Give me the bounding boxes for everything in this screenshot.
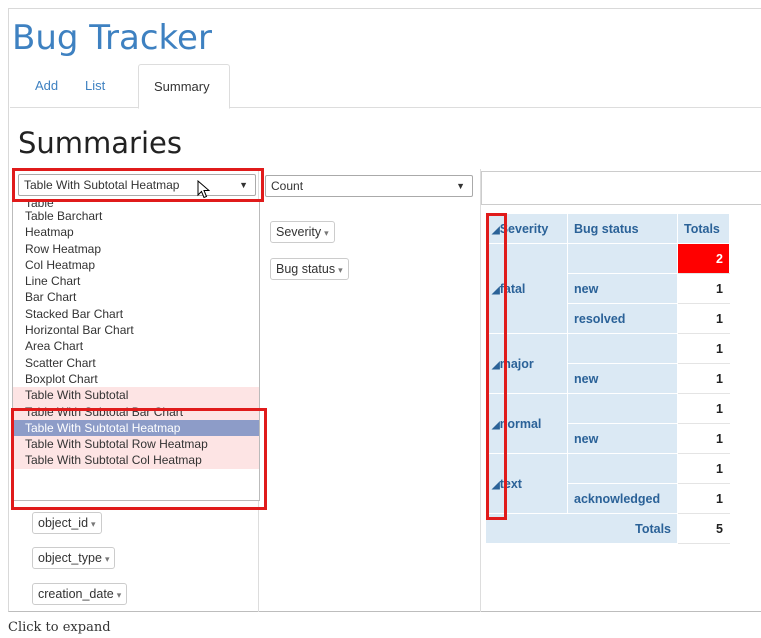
dropdown-option[interactable]: Table: [13, 199, 259, 208]
count-value: 1: [677, 363, 730, 394]
footer-caption: Click to expand: [8, 620, 111, 635]
collapse-toggle-icon[interactable]: ◢: [492, 360, 500, 371]
grand-total-label: Totals: [485, 513, 678, 544]
status-label: new: [567, 363, 678, 394]
page-heading: Summaries: [18, 126, 182, 160]
filter-arrow-icon[interactable]: ▾: [105, 554, 110, 564]
dropdown-option[interactable]: Row Heatmap: [13, 241, 259, 257]
row-field-bug-status[interactable]: Bug status ▾: [270, 258, 349, 280]
column-divider: [480, 169, 481, 612]
chevron-down-icon: ▼: [456, 181, 465, 191]
dropdown-option[interactable]: Stacked Bar Chart: [13, 306, 259, 322]
tab-summary[interactable]: Summary: [138, 64, 230, 109]
dropdown-option[interactable]: Boxplot Chart: [13, 371, 259, 387]
filter-arrow-icon[interactable]: ▾: [338, 265, 343, 275]
row-field-severity[interactable]: Severity ▾: [270, 221, 335, 243]
dropdown-option[interactable]: Heatmap: [13, 224, 259, 240]
collapse-toggle-icon[interactable]: ◢: [492, 285, 500, 296]
dropdown-option[interactable]: Table With Subtotal Row Heatmap: [13, 436, 259, 453]
subtotal-value: 2: [677, 243, 730, 274]
subtotal-value: 1: [677, 333, 730, 364]
collapse-toggle-icon[interactable]: ◢: [492, 420, 500, 431]
collapse-toggle-icon[interactable]: ◢: [492, 225, 500, 236]
subtotal-label-cell: [567, 453, 678, 484]
tab-add[interactable]: Add: [20, 64, 73, 108]
renderer-select[interactable]: Table With Subtotal Heatmap ▼: [18, 174, 256, 196]
dropdown-option[interactable]: Table With Subtotal: [13, 387, 259, 404]
filter-arrow-icon[interactable]: ▾: [324, 228, 329, 238]
header-bug-status[interactable]: Bug status: [567, 213, 678, 244]
field-object-id[interactable]: object_id ▾: [32, 512, 102, 534]
dropdown-option[interactable]: Bar Chart: [13, 289, 259, 305]
dropdown-option[interactable]: Table With Subtotal Col Heatmap: [13, 452, 259, 469]
subtotal-label-cell: [567, 333, 678, 364]
field-creation-date[interactable]: creation_date ▾: [32, 583, 128, 605]
count-value: 1: [677, 273, 730, 304]
dropdown-option-selected[interactable]: Table With Subtotal Heatmap: [13, 419, 259, 437]
count-value: 1: [677, 303, 730, 334]
header-severity[interactable]: ◢Severity: [485, 213, 568, 244]
app-title: Bug Tracker: [12, 18, 212, 58]
subtotal-value: 1: [677, 453, 730, 484]
subtotal-label-cell: [567, 243, 678, 274]
status-label: acknowledged: [567, 483, 678, 514]
subtotal-value: 1: [677, 393, 730, 424]
dropdown-option[interactable]: Table With Subtotal Bar Chart: [13, 403, 259, 420]
renderer-dropdown-list: Table Table Barchart Heatmap Row Heatmap…: [12, 199, 260, 501]
row-group-text[interactable]: ◢text: [485, 453, 568, 514]
status-label: new: [567, 273, 678, 304]
subtotal-label-cell: [567, 393, 678, 424]
pivot-table: ◢Severity Bug status Totals ◢fatal 2 new…: [485, 213, 730, 544]
collapse-toggle-icon[interactable]: ◢: [492, 480, 500, 491]
tab-bar: Add List Summary: [10, 64, 761, 109]
dropdown-option[interactable]: Line Chart: [13, 273, 259, 289]
filter-arrow-icon[interactable]: ▾: [91, 519, 96, 529]
row-group-fatal[interactable]: ◢fatal: [485, 243, 568, 334]
dropdown-option[interactable]: Col Heatmap: [13, 257, 259, 273]
dropdown-option[interactable]: Horizontal Bar Chart: [13, 322, 259, 338]
header-totals: Totals: [677, 213, 730, 244]
row-group-normal[interactable]: ◢normal: [485, 393, 568, 454]
row-group-major[interactable]: ◢major: [485, 333, 568, 394]
aggregator-value-area: [481, 171, 761, 205]
chevron-down-icon: ▼: [239, 180, 248, 190]
status-label: resolved: [567, 303, 678, 334]
status-label: new: [567, 423, 678, 454]
renderer-select-value: Table With Subtotal Heatmap: [24, 178, 180, 192]
tab-list[interactable]: List: [70, 64, 120, 108]
aggregator-select[interactable]: Count ▼: [265, 175, 473, 197]
count-value: 1: [677, 423, 730, 454]
field-object-type[interactable]: object_type ▾: [32, 547, 116, 569]
dropdown-option[interactable]: Scatter Chart: [13, 355, 259, 371]
dropdown-option[interactable]: Table Barchart: [13, 208, 259, 224]
count-value: 1: [677, 483, 730, 514]
filter-arrow-icon[interactable]: ▾: [117, 590, 122, 600]
dropdown-option[interactable]: Area Chart: [13, 338, 259, 354]
aggregator-select-value: Count: [271, 179, 304, 193]
grand-total-value: 5: [677, 513, 730, 544]
